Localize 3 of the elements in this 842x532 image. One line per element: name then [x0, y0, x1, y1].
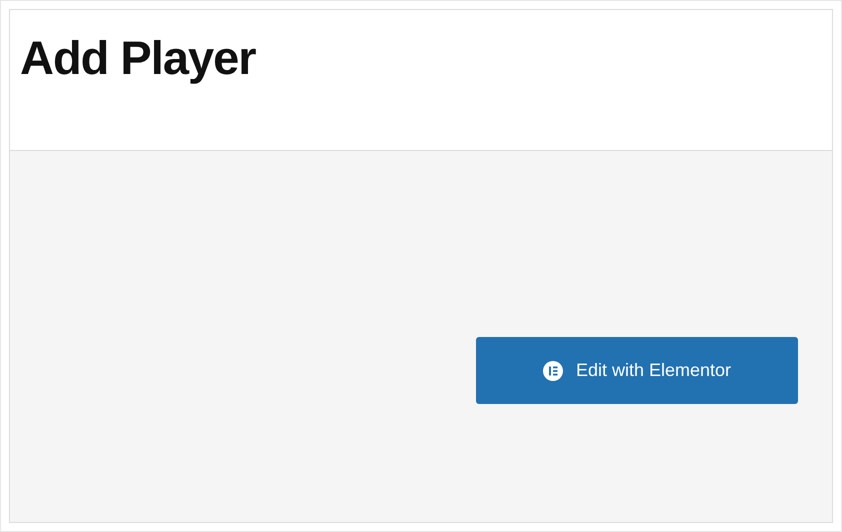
- page-title: Add Player: [20, 30, 257, 86]
- elementor-icon: [542, 360, 563, 380]
- edit-with-elementor-button[interactable]: Edit with Elementor: [476, 337, 798, 404]
